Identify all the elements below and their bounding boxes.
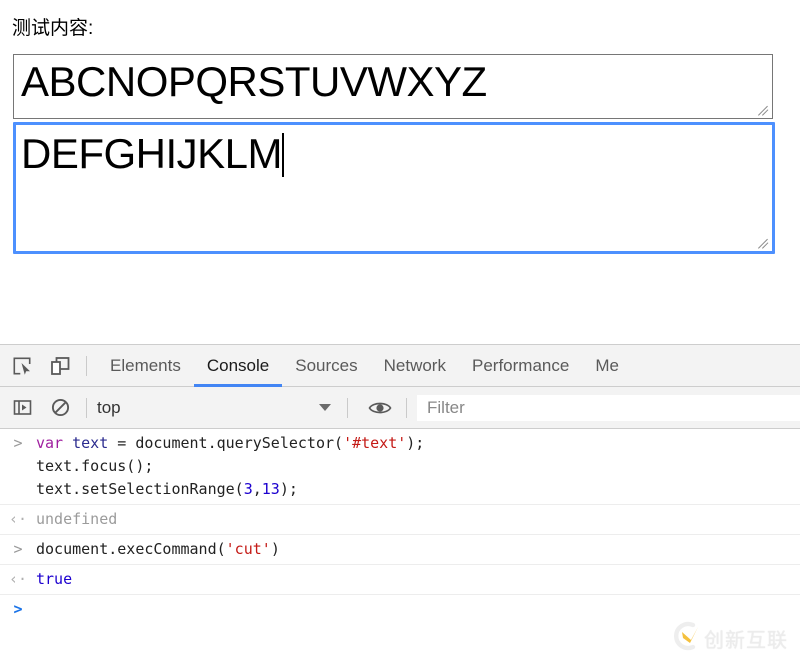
tab-memory[interactable]: Me xyxy=(582,345,632,387)
toolbar-divider xyxy=(86,355,87,376)
console-row-content: undefined xyxy=(36,510,118,528)
console-output-arrow-icon: ‹· xyxy=(8,570,28,588)
console-output-arrow-icon: ‹· xyxy=(8,510,28,528)
textarea-bottom-value: DEFGHIJKLM xyxy=(21,130,283,177)
console-prompt-arrow-icon: > xyxy=(13,434,23,452)
text-cursor xyxy=(282,133,285,177)
tab-performance[interactable]: Performance xyxy=(459,345,582,387)
textarea-top-value: ABCNOPQRSTUVWXYZ xyxy=(21,58,487,105)
console-output-row: ‹· true xyxy=(0,565,800,595)
inspect-element-icon[interactable] xyxy=(6,350,38,382)
chevron-down-icon xyxy=(319,404,331,411)
device-toolbar-icon[interactable] xyxy=(44,350,76,382)
tab-sources[interactable]: Sources xyxy=(282,345,370,387)
console-output-row: ‹· undefined xyxy=(0,505,800,535)
tab-elements[interactable]: Elements xyxy=(97,345,194,387)
console-log: > var text = document.querySelector('#tex… xyxy=(0,429,800,624)
clear-console-icon[interactable] xyxy=(44,392,76,424)
toolbar-divider xyxy=(406,397,407,418)
execution-context-select[interactable]: top xyxy=(97,394,337,422)
live-expression-eye-icon[interactable] xyxy=(364,392,396,424)
filter-input[interactable] xyxy=(417,394,800,421)
toolbar-divider xyxy=(347,397,348,418)
console-sidebar-icon[interactable] xyxy=(6,392,38,424)
textarea-top[interactable]: ABCNOPQRSTUVWXYZ xyxy=(13,54,773,119)
console-row-content: document.execCommand('cut') xyxy=(36,540,280,558)
textarea-bottom-line: DEFGHIJKLM xyxy=(21,129,285,179)
tab-console[interactable]: Console xyxy=(193,345,283,387)
console-prompt-arrow-icon: > xyxy=(13,540,23,558)
console-prompt-row[interactable]: > xyxy=(0,595,800,624)
devtools-panel: Elements Console Sources Network Perform… xyxy=(0,344,800,668)
execution-context-value: top xyxy=(97,397,121,417)
console-toolbar: top xyxy=(0,387,800,429)
toolbar-divider xyxy=(86,397,87,418)
console-prompt-arrow-icon: > xyxy=(13,600,23,618)
resize-handle-icon[interactable] xyxy=(757,103,771,117)
tab-network[interactable]: Network xyxy=(371,345,459,387)
devtools-tabbar: Elements Console Sources Network Perform… xyxy=(0,345,800,387)
resize-handle-icon[interactable] xyxy=(757,236,771,250)
textarea-bottom[interactable]: DEFGHIJKLM xyxy=(13,122,775,254)
web-page-area: 测试内容: ABCNOPQRSTUVWXYZ DEFGHIJKLM xyxy=(0,0,800,344)
page-title: 测试内容: xyxy=(12,18,94,39)
console-input-row: > var text = document.querySelector('#tex… xyxy=(0,429,800,505)
console-input-row: > document.execCommand('cut') xyxy=(0,535,800,565)
console-row-content: var text = document.querySelector('#text… xyxy=(36,434,425,498)
console-row-content: true xyxy=(36,570,73,588)
